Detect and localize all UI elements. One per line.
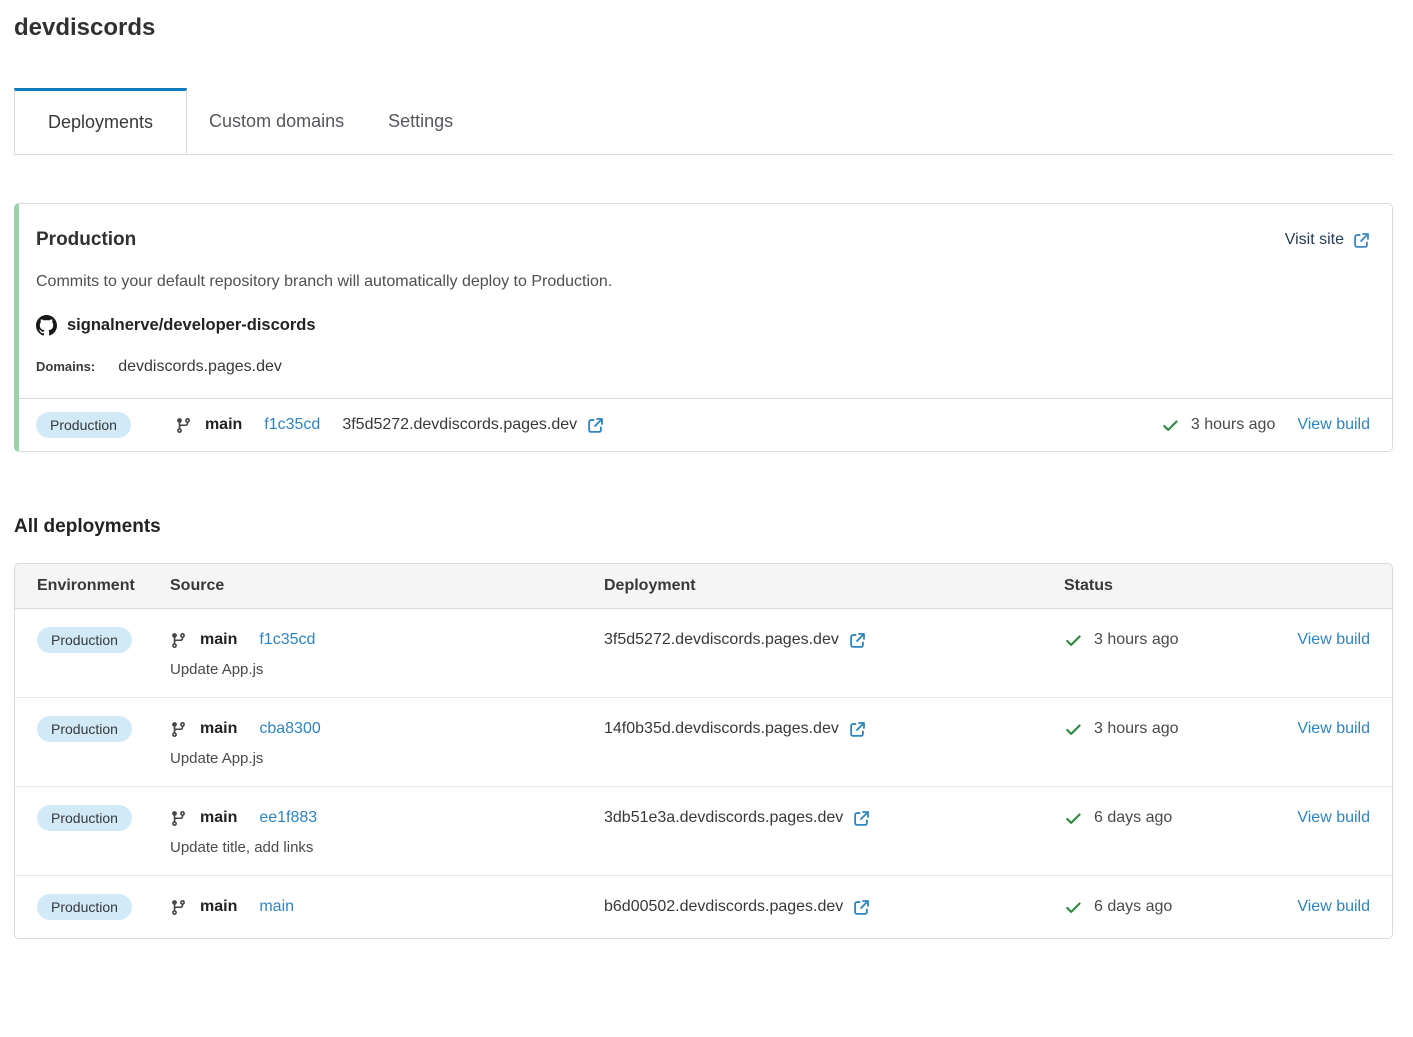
commit-message: Update App.js [170, 659, 604, 681]
visit-site-label: Visit site [1285, 231, 1344, 249]
deployment-status: 3 hours ago [1064, 625, 1279, 655]
production-description: Commits to your default repository branc… [36, 273, 1370, 291]
external-link-icon [853, 810, 870, 827]
domains-value: devdiscords.pages.dev [118, 358, 282, 376]
github-icon [36, 315, 57, 336]
status-time: 3 hours ago [1094, 631, 1179, 649]
deployment-url-link[interactable]: 3f5d5272.devdiscords.pages.dev [342, 416, 604, 434]
environment-badge: Production [37, 805, 132, 831]
column-deployment: Deployment [604, 577, 1064, 595]
deployment-url-link[interactable]: b6d00502.devdiscords.pages.dev [604, 898, 870, 916]
external-link-icon [849, 632, 866, 649]
view-build-link[interactable]: View build [1297, 631, 1370, 649]
tab-settings[interactable]: Settings [366, 88, 475, 154]
view-build-link[interactable]: View build [1297, 898, 1370, 916]
view-build-link[interactable]: View build [1297, 416, 1370, 434]
github-repo-link[interactable]: signalnerve/developer-discords [36, 315, 316, 336]
commit-link[interactable]: main [259, 898, 294, 916]
external-link-icon [587, 417, 604, 434]
environment-badge: Production [37, 894, 132, 920]
commit-link[interactable]: f1c35cd [259, 631, 315, 649]
page-title: devdiscords [14, 14, 1393, 42]
branch-name: main [200, 898, 237, 916]
external-link-icon [849, 721, 866, 738]
column-source: Source [170, 577, 604, 595]
table-header-row: Environment Source Deployment Status [15, 564, 1392, 609]
tab-custom-domains[interactable]: Custom domains [187, 88, 366, 154]
page: devdiscords Deployments Custom domains S… [0, 0, 1413, 939]
table-row: Production main cba8300 Update App.js 14… [15, 697, 1392, 786]
view-build-link[interactable]: View build [1297, 720, 1370, 738]
deployment-status: 3 hours ago [1161, 416, 1276, 435]
production-card: Production Visit site Commits to your de… [14, 203, 1393, 452]
domains-row: Domains: devdiscords.pages.dev [36, 358, 1370, 376]
deployment-url: b6d00502.devdiscords.pages.dev [604, 898, 843, 916]
branch-name: main [200, 720, 237, 738]
table-row: Production main ee1f883 Update title, ad… [15, 786, 1392, 875]
deployment-url: 14f0b35d.devdiscords.pages.dev [604, 720, 839, 738]
branch-name: main [205, 416, 242, 434]
external-link-icon [1353, 232, 1370, 249]
git-branch-icon [175, 417, 192, 434]
deployment-status: 6 days ago [1064, 892, 1279, 922]
domains-label: Domains: [36, 359, 95, 374]
check-icon [1064, 898, 1083, 917]
visit-site-link[interactable]: Visit site [1285, 231, 1370, 249]
git-branch-icon [170, 632, 187, 649]
column-status: Status [1064, 577, 1279, 595]
commit-link[interactable]: f1c35cd [264, 416, 320, 434]
deployment-url: 3f5d5272.devdiscords.pages.dev [342, 416, 577, 434]
check-icon [1064, 720, 1083, 739]
git-branch-icon [170, 810, 187, 827]
commit-link[interactable]: ee1f883 [259, 809, 317, 827]
production-deployment-row: Production main f1c35cd 3f5d5272.devdisc… [19, 398, 1392, 451]
status-time: 3 hours ago [1094, 720, 1179, 738]
external-link-icon [853, 899, 870, 916]
environment-badge: Production [37, 627, 132, 653]
commit-message: Update App.js [170, 748, 604, 770]
deployment-status: 6 days ago [1064, 803, 1279, 833]
check-icon [1064, 809, 1083, 828]
deployment-url-link[interactable]: 3f5d5272.devdiscords.pages.dev [604, 631, 866, 649]
production-card-title: Production [36, 229, 136, 251]
view-build-link[interactable]: View build [1297, 809, 1370, 827]
commit-message: Update title, add links [170, 837, 604, 859]
git-branch-icon [170, 899, 187, 916]
environment-badge: Production [36, 412, 131, 438]
deployment-url: 3f5d5272.devdiscords.pages.dev [604, 631, 839, 649]
table-row: Production main main b6d00502.devdiscord… [15, 875, 1392, 938]
tab-bar: Deployments Custom domains Settings [14, 88, 1393, 155]
status-time: 6 days ago [1094, 898, 1172, 916]
repo-name: signalnerve/developer-discords [67, 316, 316, 335]
deployment-status: 3 hours ago [1064, 714, 1279, 744]
deployment-url: 3db51e3a.devdiscords.pages.dev [604, 809, 843, 827]
table-row: Production main f1c35cd Update App.js 3f… [15, 609, 1392, 697]
column-environment: Environment [37, 577, 170, 595]
branch-name: main [200, 809, 237, 827]
deployments-table: Environment Source Deployment Status Pro… [14, 563, 1393, 939]
branch-name: main [200, 631, 237, 649]
commit-link[interactable]: cba8300 [259, 720, 320, 738]
check-icon [1161, 416, 1180, 435]
status-time: 3 hours ago [1191, 416, 1276, 434]
deployment-url-link[interactable]: 14f0b35d.devdiscords.pages.dev [604, 720, 866, 738]
tab-deployments[interactable]: Deployments [14, 88, 187, 154]
deployment-url-link[interactable]: 3db51e3a.devdiscords.pages.dev [604, 809, 870, 827]
check-icon [1064, 631, 1083, 650]
status-time: 6 days ago [1094, 809, 1172, 827]
environment-badge: Production [37, 716, 132, 742]
all-deployments-title: All deployments [14, 516, 1393, 538]
git-branch-icon [170, 721, 187, 738]
